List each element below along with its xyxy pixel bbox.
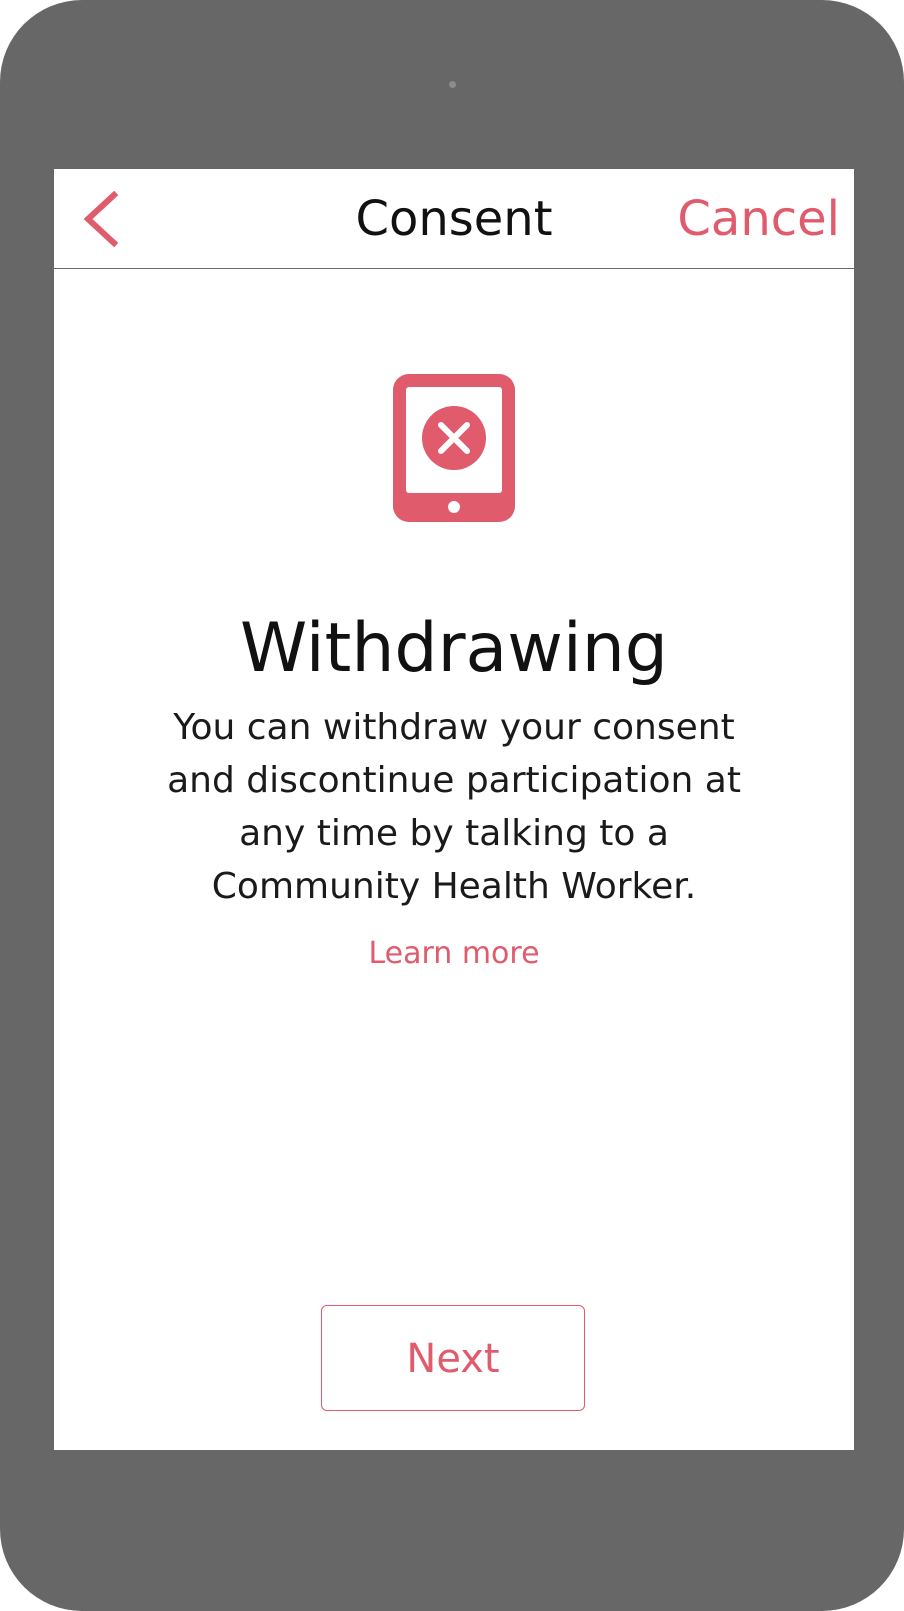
section-heading: Withdrawing — [240, 609, 668, 688]
description-text: You can withdraw your consent and discon… — [167, 707, 741, 907]
learn-more-link[interactable]: Learn more — [54, 934, 854, 974]
cancel-button[interactable]: Cancel — [677, 187, 840, 251]
navigation-bar: Consent Cancel — [54, 169, 854, 269]
device-frame: Consent Cancel Withdrawing You can withd… — [0, 0, 904, 1611]
next-button[interactable]: Next — [321, 1305, 585, 1411]
chevron-left-icon — [83, 190, 119, 248]
page-title: Consent — [355, 191, 553, 247]
back-button[interactable] — [76, 187, 130, 251]
speaker-dot — [449, 81, 456, 88]
screen: Consent Cancel Withdrawing You can withd… — [54, 169, 854, 1450]
tablet-error-icon — [393, 374, 515, 522]
